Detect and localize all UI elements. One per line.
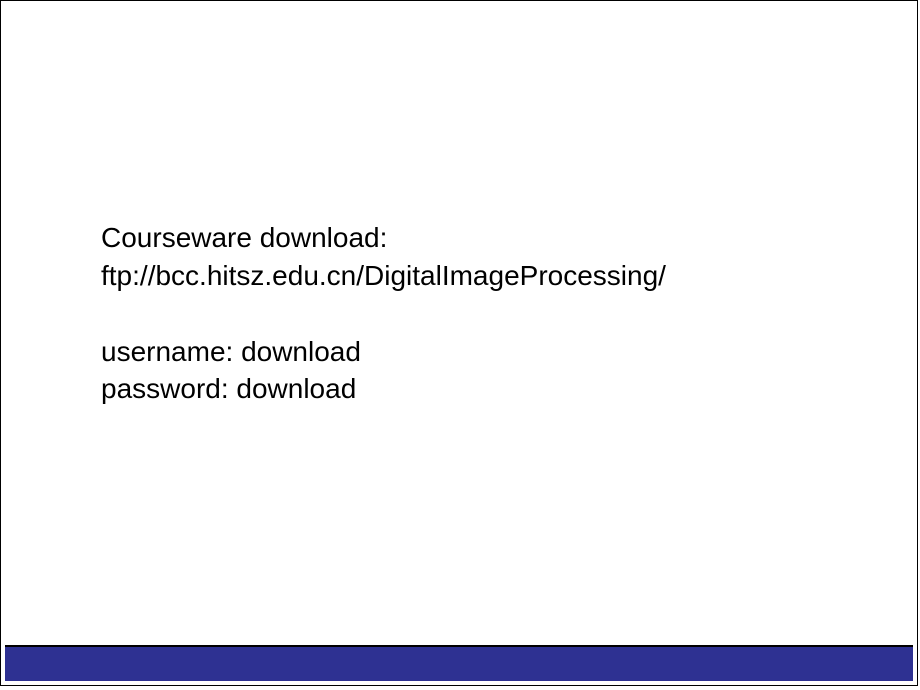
username-line: username: download bbox=[101, 333, 666, 371]
ftp-url: ftp://bcc.hitsz.edu.cn/DigitalImageProce… bbox=[101, 257, 666, 295]
slide-container: Courseware download: ftp://bcc.hitsz.edu… bbox=[0, 0, 918, 686]
courseware-label: Courseware download: bbox=[101, 219, 666, 257]
spacer bbox=[101, 295, 666, 333]
footer-bar bbox=[5, 645, 913, 681]
slide-content: Courseware download: ftp://bcc.hitsz.edu… bbox=[101, 219, 666, 408]
password-line: password: download bbox=[101, 370, 666, 408]
